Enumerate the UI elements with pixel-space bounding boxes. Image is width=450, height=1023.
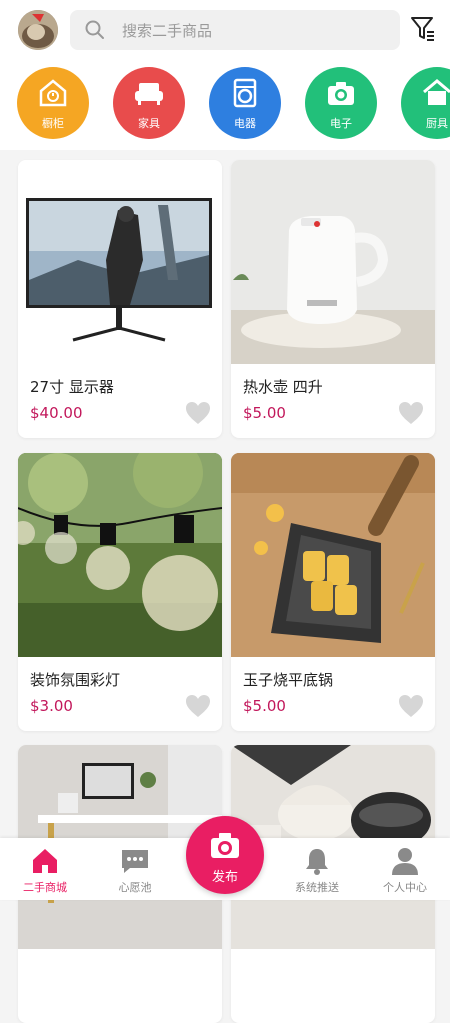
- search-bar[interactable]: 搜索二手商品: [70, 10, 400, 50]
- product-card[interactable]: 27寸 显示器 $40.00: [18, 160, 222, 438]
- product-price: $40.00: [30, 404, 83, 422]
- product-title: 玉子烧平底锅: [243, 671, 334, 689]
- category-label: 厨具: [426, 117, 448, 130]
- category-furniture[interactable]: 家具: [113, 67, 185, 139]
- cabinet-icon: [39, 79, 67, 107]
- category-electronics[interactable]: 电子: [305, 67, 377, 139]
- home-icon: [30, 846, 60, 880]
- heart-icon[interactable]: [184, 400, 212, 430]
- category-appliance[interactable]: 电器: [209, 67, 281, 139]
- product-image: [231, 453, 435, 657]
- product-price: $5.00: [243, 697, 286, 715]
- category-label: 家具: [138, 117, 160, 130]
- camera-icon: [211, 833, 239, 858]
- product-image: [231, 160, 435, 364]
- category-label: 电器: [234, 117, 256, 130]
- product-card[interactable]: 玉子烧平底锅 $5.00: [231, 453, 435, 731]
- search-icon: [84, 19, 106, 45]
- product-image: [18, 160, 222, 364]
- product-price: $5.00: [243, 404, 286, 422]
- heart-icon[interactable]: [184, 693, 212, 723]
- category-row: 橱柜 家具 电器 电子 厨具: [0, 62, 450, 150]
- publish-label: 发布: [211, 870, 238, 885]
- category-label: 电子: [330, 117, 352, 130]
- tab-market[interactable]: 二手商城: [0, 838, 90, 900]
- search-placeholder: 搜索二手商品: [122, 22, 213, 40]
- publish-button[interactable]: 发布: [186, 816, 264, 894]
- product-price: $3.00: [30, 697, 73, 715]
- bell-icon: [302, 846, 332, 880]
- heart-icon[interactable]: [397, 693, 425, 723]
- tab-notifications[interactable]: 系统推送: [272, 838, 362, 900]
- category-kitchenware[interactable]: 厨具: [401, 67, 450, 139]
- avatar[interactable]: [18, 10, 58, 50]
- heart-icon[interactable]: [397, 400, 425, 430]
- top-bar: 搜索二手商品: [0, 0, 450, 62]
- filter-icon[interactable]: [410, 14, 436, 48]
- tab-wishlist[interactable]: 心愿池: [90, 838, 180, 900]
- tab-label: 系统推送: [295, 881, 339, 894]
- tab-label: 二手商城: [23, 881, 67, 894]
- product-card[interactable]: 装饰氛围彩灯 $3.00: [18, 453, 222, 731]
- camera-icon: [328, 82, 354, 105]
- product-title: 热水壶 四升: [243, 378, 323, 396]
- tab-label: 心愿池: [118, 881, 152, 894]
- category-label: 橱柜: [42, 117, 64, 130]
- category-cabinet[interactable]: 橱柜: [17, 67, 89, 139]
- tab-label: 个人中心: [383, 881, 427, 894]
- appliance-icon: [233, 78, 257, 108]
- product-card[interactable]: 热水壶 四升 $5.00: [231, 160, 435, 438]
- person-icon: [390, 846, 420, 880]
- chat-icon: [120, 846, 150, 880]
- house-icon: [423, 79, 450, 105]
- tab-profile[interactable]: 个人中心: [360, 838, 450, 900]
- product-title: 27寸 显示器: [30, 378, 114, 396]
- product-image: [18, 453, 222, 657]
- sofa-icon: [135, 83, 163, 105]
- product-title: 装饰氛围彩灯: [30, 671, 121, 689]
